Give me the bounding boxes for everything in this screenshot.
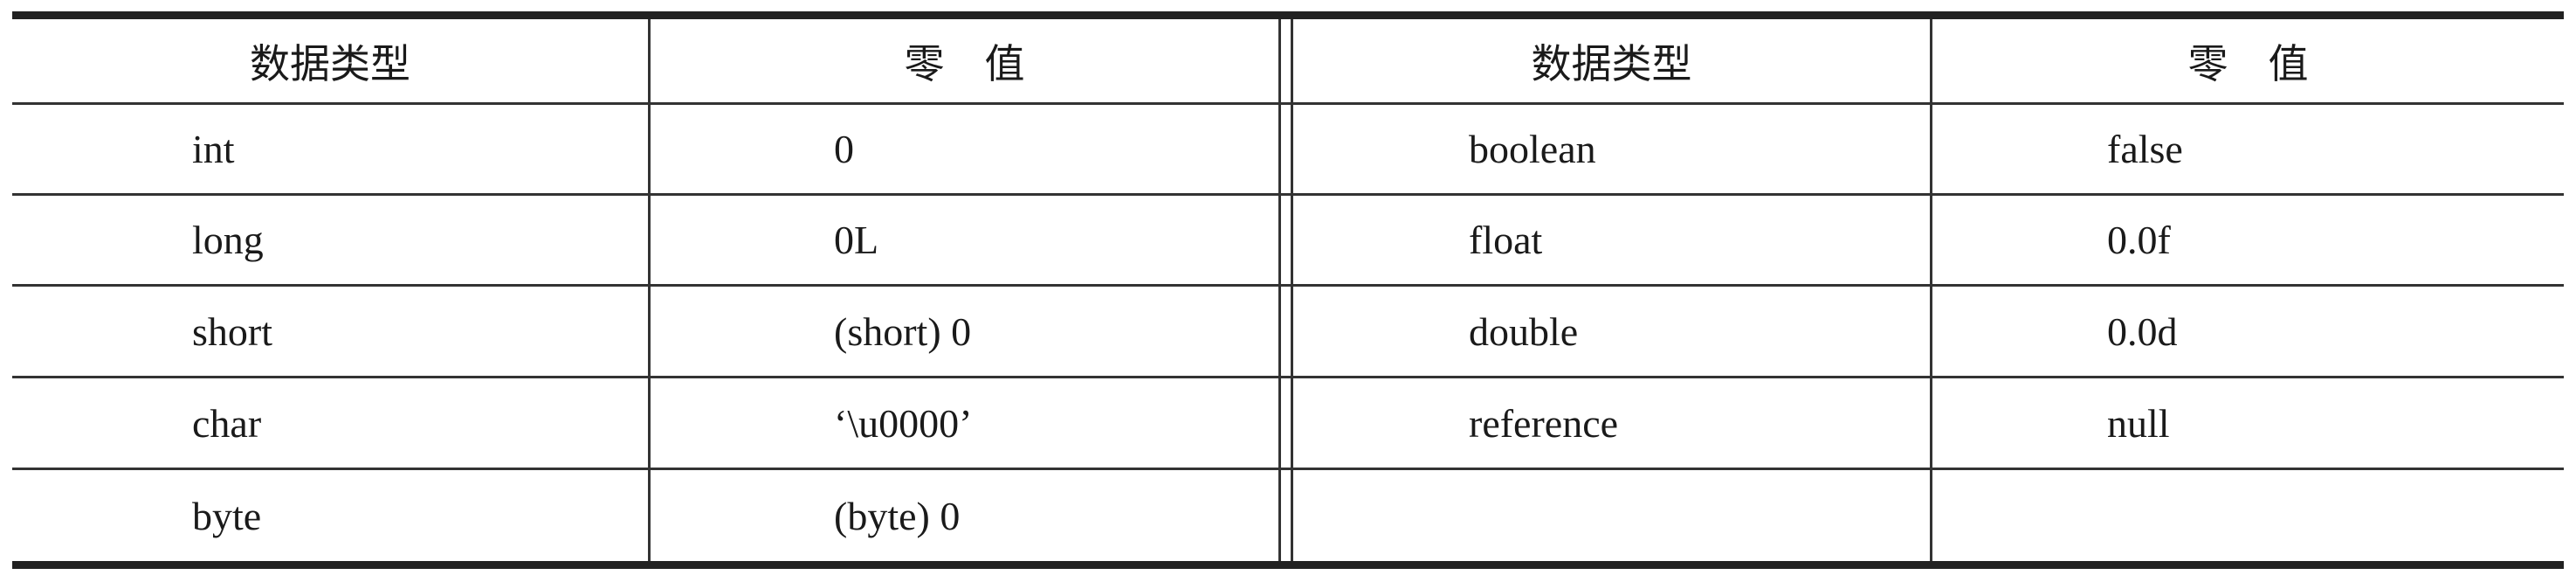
- table-cell-type: reference: [1469, 400, 1619, 446]
- header-data-type-left: 数据类型: [250, 39, 410, 87]
- table-cell-type: double: [1469, 308, 1579, 354]
- table-top-rule: [12, 11, 2564, 19]
- table-cell-zero-value: 0.0f: [2107, 218, 2171, 262]
- table-cell-zero-value: (byte) 0: [834, 493, 961, 538]
- header-data-type-right: 数据类型: [1531, 39, 1692, 87]
- table-bottom-rule: [12, 561, 2564, 569]
- table-cell-type: byte: [192, 493, 262, 538]
- table-cell-type: char: [192, 400, 262, 446]
- header-zero-value-left: 零 值: [904, 39, 1025, 87]
- table-cell-zero-value: 0: [834, 127, 854, 171]
- header-zero-value-right: 零 值: [2187, 39, 2309, 87]
- table-cell-type: [1469, 470, 1923, 561]
- table-cell-zero-value: [2107, 470, 2561, 561]
- table-cell-zero-value: ‘\u0000’: [834, 400, 973, 446]
- table-cell-zero-value: 0L: [834, 218, 879, 262]
- table-cell-zero-value: 0.0d: [2107, 308, 2178, 354]
- table-cell-type: long: [192, 218, 264, 262]
- column-divider-double-left: [1278, 19, 1281, 561]
- table-cell-type: int: [192, 127, 235, 171]
- table-cell-zero-value: (short) 0: [834, 308, 972, 354]
- table-cell-zero-value: null: [2107, 400, 2170, 446]
- table-cell-type: boolean: [1469, 127, 1596, 171]
- table-cell-type: short: [192, 308, 272, 354]
- table-cell-type: float: [1469, 218, 1543, 262]
- table-cell-zero-value: false: [2107, 127, 2183, 171]
